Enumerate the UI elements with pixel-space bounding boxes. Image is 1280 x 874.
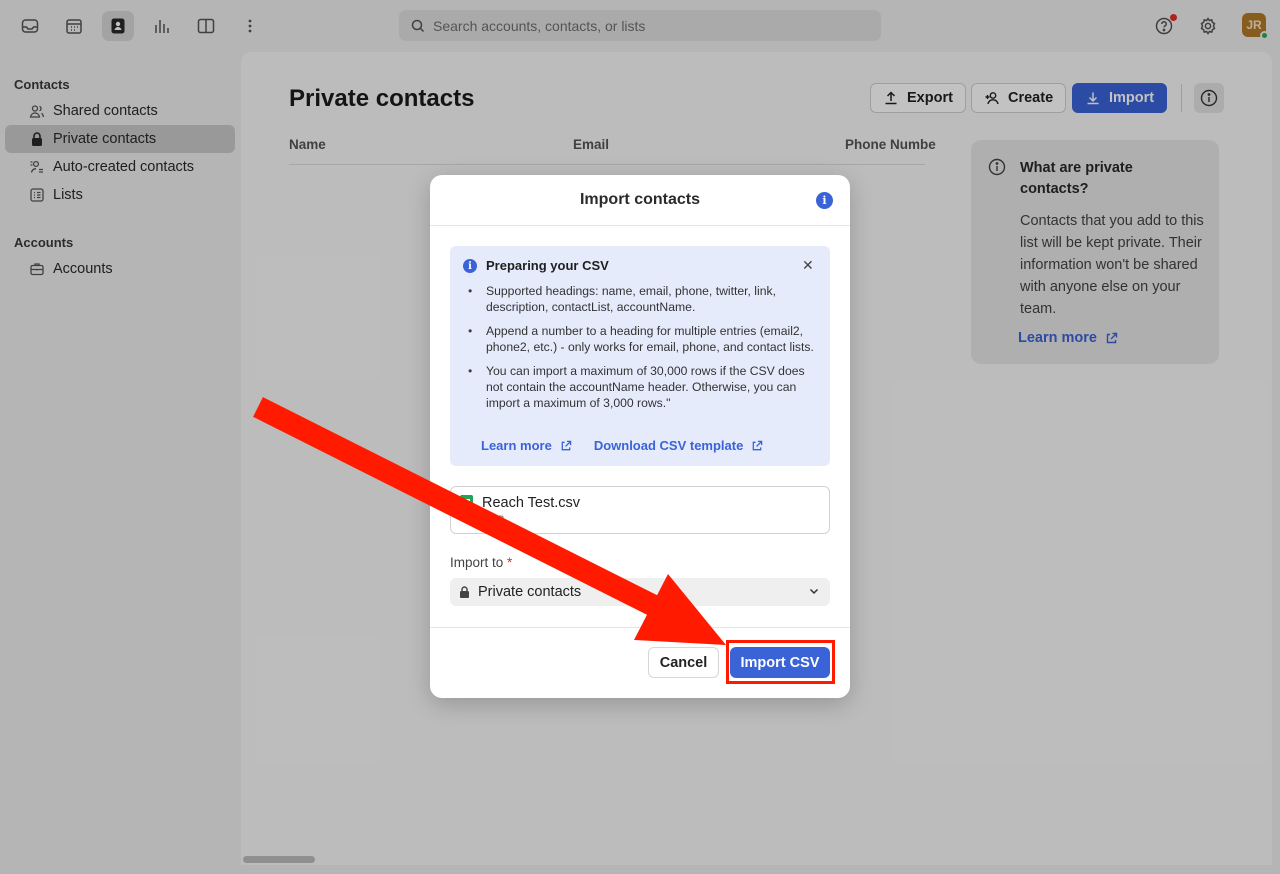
spreadsheet-file-icon [460, 495, 473, 510]
dialog-footer-divider [430, 627, 850, 628]
external-link-icon [753, 440, 763, 450]
chevron-down-icon [809, 588, 819, 595]
dialog-info-icon[interactable]: i [816, 192, 833, 209]
import-to-value: Private contacts [478, 584, 582, 600]
list-item: You can import a maximum of 30,000 rows … [468, 363, 821, 411]
external-link-icon [561, 440, 572, 450]
info-icon: i [463, 259, 477, 273]
import-to-text: Import to [450, 555, 504, 570]
dialog-title: Import contacts [579, 191, 700, 208]
learn-more-label: Learn more [481, 438, 552, 453]
cancel-button[interactable]: Cancel [648, 647, 719, 678]
csv-box-links: Learn more Download CSV template [481, 438, 763, 453]
csv-box-title: Preparing your CSV [486, 258, 609, 273]
list-item: Append a number to a heading for multipl… [468, 323, 821, 355]
file-name: Reach Test.csv [482, 495, 581, 511]
learn-more-link[interactable]: Learn more [481, 438, 572, 453]
close-icon[interactable]: ✕ [802, 257, 814, 274]
import-to-select[interactable]: Private contacts [450, 578, 830, 606]
annotation-highlight-box [726, 640, 835, 684]
import-contacts-dialog: Import contacts i i Preparing your CSV ✕… [430, 175, 850, 698]
download-csv-template-link[interactable]: Download CSV template [594, 438, 764, 453]
dialog-header-divider [430, 225, 850, 226]
file-size: 1MB [482, 514, 505, 526]
list-item: Supported headings: name, email, phone, … [468, 283, 821, 315]
csv-instructions-box: i Preparing your CSV ✕ Supported heading… [450, 246, 830, 466]
required-marker: * [507, 555, 513, 570]
download-template-label: Download CSV template [593, 438, 744, 453]
csv-instructions-list: Supported headings: name, email, phone, … [468, 283, 821, 419]
lock-icon [460, 586, 469, 598]
import-to-label: Import to * [450, 555, 512, 570]
selected-file-card[interactable]: Reach Test.csv 1MB [450, 486, 830, 534]
